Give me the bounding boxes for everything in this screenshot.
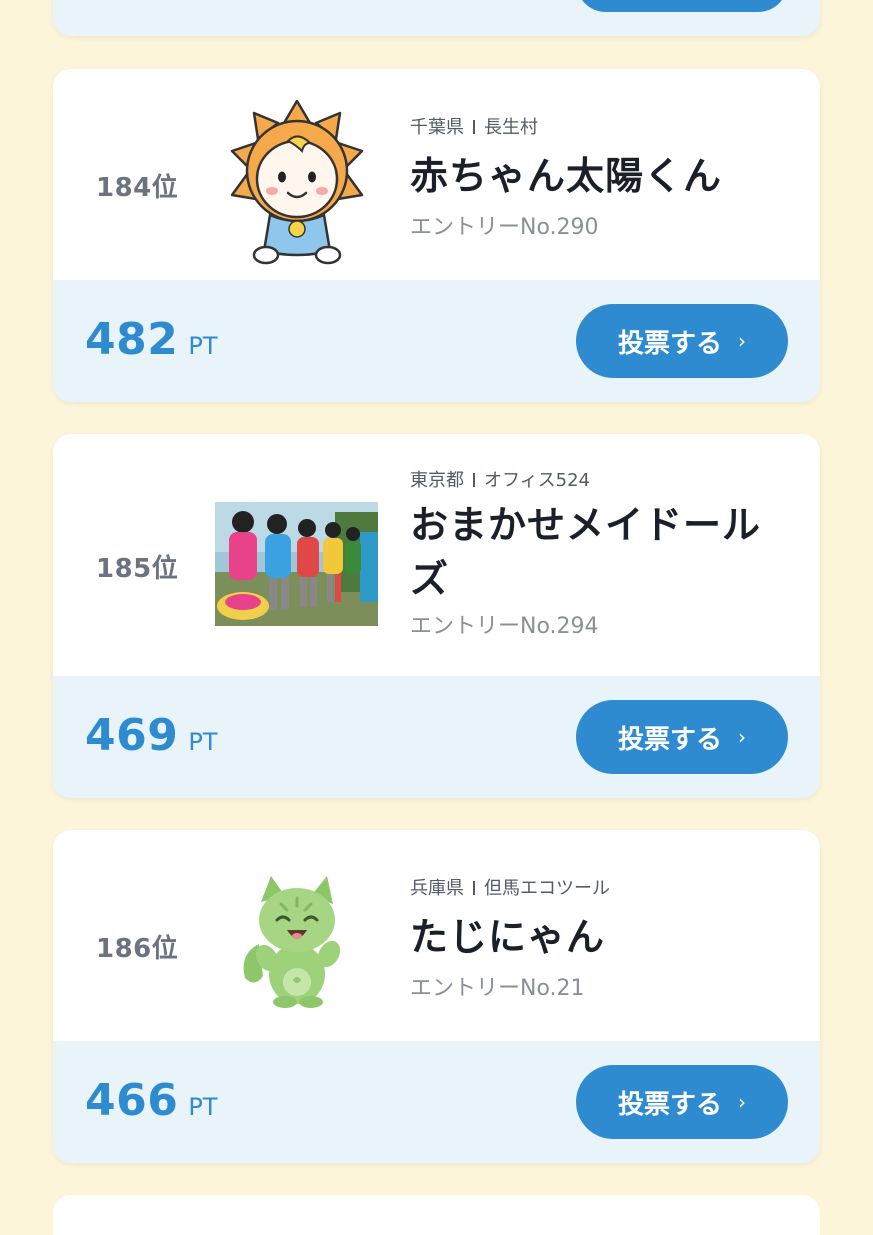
- entry-number: エントリーNo.294: [410, 614, 599, 639]
- municipality-label: 但馬エコツール: [484, 878, 610, 899]
- entry-card: 184位 千葉県 長生村 赤ちゃん太陽くん エントリーNo.290 482 PT…: [53, 69, 820, 402]
- municipality-label: 長生村: [484, 117, 538, 138]
- points-display: 482 PT: [85, 314, 218, 365]
- previous-entry-card-partial: [53, 0, 820, 36]
- vote-button[interactable]: 投票する ›: [576, 304, 788, 378]
- mascot-name: 赤ちゃん太陽くん: [410, 154, 723, 198]
- entry-meta: 東京都 オフィス524 おまかせメイドールズ エントリーNo.294: [410, 470, 790, 642]
- prefecture-label: 千葉県: [410, 117, 464, 138]
- entry-info: 185位 東京都 オフィス524 おまかせメイドールズ エントリーNo.294: [53, 434, 820, 676]
- points-value: 469: [85, 710, 179, 761]
- rank-label: 185位: [96, 554, 179, 584]
- prefecture-label: 兵庫県: [410, 878, 464, 899]
- entry-meta: 千葉県 長生村 赤ちゃん太陽くん エントリーNo.290: [410, 117, 790, 243]
- vote-button-label: 投票する: [617, 724, 722, 755]
- mascot-name: たじにゃん: [410, 915, 606, 959]
- separator: [473, 881, 475, 895]
- points-unit: PT: [188, 728, 218, 756]
- entry-number: エントリーNo.290: [410, 215, 599, 240]
- region-label: 千葉県 長生村: [410, 117, 790, 139]
- points-display: 466 PT: [85, 1075, 218, 1126]
- vote-bar: 466 PT 投票する ›: [53, 1041, 820, 1163]
- chevron-right-icon: ›: [738, 329, 746, 353]
- maid-robot-group-photo: [215, 502, 378, 626]
- points-unit: PT: [188, 1093, 218, 1121]
- points-value: 466: [85, 1075, 179, 1126]
- rank-label: 186位: [96, 934, 179, 964]
- points-display: 469 PT: [85, 710, 218, 761]
- chevron-right-icon: ›: [738, 725, 746, 749]
- vote-button[interactable]: 投票する ›: [576, 700, 788, 774]
- sun-baby-mascot-icon: [228, 99, 366, 267]
- vote-button-label: 投票する: [617, 1089, 722, 1120]
- vote-bar: 482 PT 投票する ›: [53, 280, 820, 402]
- region-label: 東京都 オフィス524: [410, 470, 790, 492]
- vote-bar: 469 PT 投票する ›: [53, 676, 820, 798]
- vote-button-label: 投票する: [617, 328, 722, 359]
- entry-card: 185位 東京都 オフィス524 おまかせメイドールズ エントリーNo.294 …: [53, 434, 820, 798]
- green-cat-mascot-icon: [241, 874, 341, 1010]
- entry-info: 184位 千葉県 長生村 赤ちゃん太陽くん エントリーNo.290: [53, 69, 820, 280]
- entry-info: 186位 兵庫県 但馬エコツール たじにゃん エントリーNo.21: [53, 830, 820, 1041]
- municipality-label: オフィス524: [484, 470, 590, 491]
- vote-button[interactable]: 投票する ›: [576, 1065, 788, 1139]
- points-value: 482: [85, 314, 179, 365]
- rank-label: 184位: [96, 173, 179, 203]
- separator: [473, 473, 475, 487]
- entry-meta: 兵庫県 但馬エコツール たじにゃん エントリーNo.21: [410, 878, 790, 1004]
- points-unit: PT: [188, 332, 218, 360]
- prefecture-label: 東京都: [410, 470, 464, 491]
- region-label: 兵庫県 但馬エコツール: [410, 878, 790, 900]
- next-entry-card-partial: [53, 1195, 820, 1235]
- previous-vote-button-partial[interactable]: [576, 0, 788, 12]
- chevron-right-icon: ›: [738, 1090, 746, 1114]
- entry-card: 186位 兵庫県 但馬エコツール たじにゃん エントリーNo.21 466 PT…: [53, 830, 820, 1163]
- entry-number: エントリーNo.21: [410, 976, 585, 1001]
- separator: [473, 120, 475, 134]
- mascot-name: おまかせメイドールズ: [410, 503, 762, 601]
